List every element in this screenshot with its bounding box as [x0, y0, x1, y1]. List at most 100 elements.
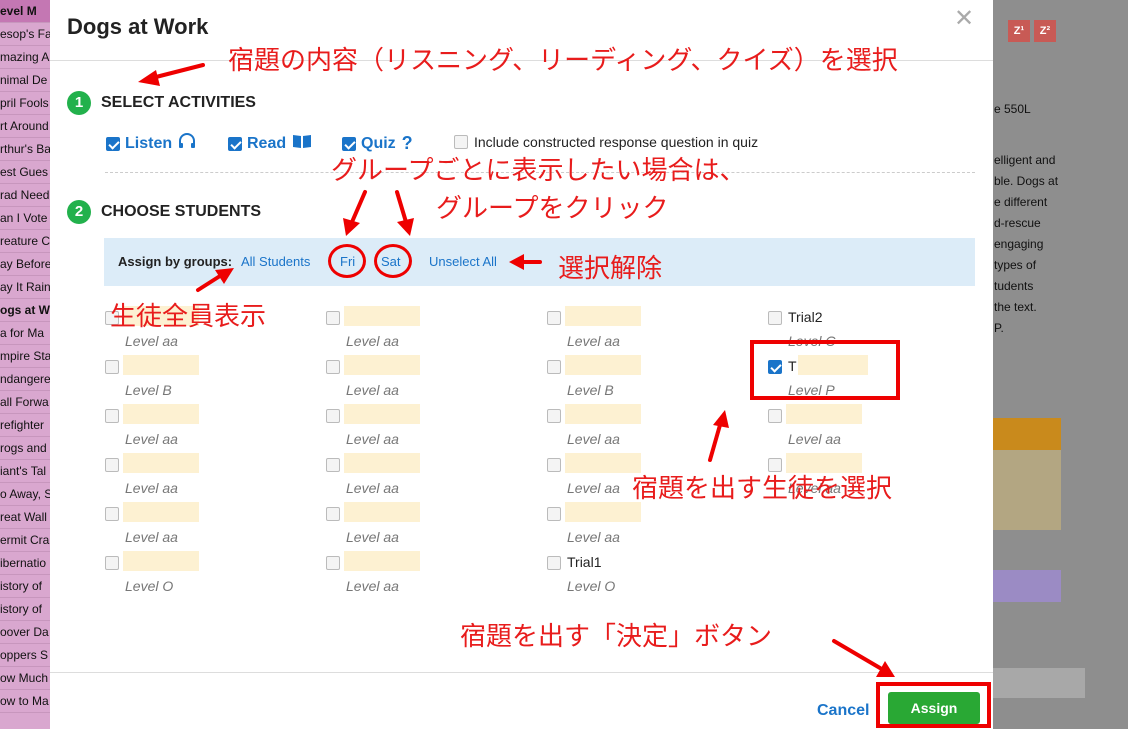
- student-item[interactable]: Level aa: [326, 355, 526, 399]
- student-checkbox[interactable]: [547, 556, 561, 570]
- book-list-item[interactable]: an I Vote: [0, 207, 50, 230]
- book-list-item[interactable]: istory of: [0, 598, 50, 621]
- book-list-item[interactable]: rthur's Ba: [0, 138, 50, 161]
- student-level: Level O: [125, 578, 174, 594]
- book-list-item[interactable]: reat Wall: [0, 506, 50, 529]
- student-item[interactable]: Level B: [105, 355, 305, 399]
- student-checkbox[interactable]: [547, 360, 561, 374]
- student-checkbox[interactable]: [105, 458, 119, 472]
- book-list-item[interactable]: rad Need: [0, 184, 50, 207]
- book-list-item[interactable]: oover Da: [0, 621, 50, 644]
- student-item[interactable]: Level aa: [105, 404, 305, 448]
- student-checkbox[interactable]: [326, 556, 340, 570]
- book-list-item[interactable]: pril Fools: [0, 92, 50, 115]
- book-list-item[interactable]: ibernatio: [0, 552, 50, 575]
- student-checkbox[interactable]: [105, 507, 119, 521]
- book-list-item[interactable]: refighter: [0, 414, 50, 437]
- student-item[interactable]: Level aa: [105, 453, 305, 497]
- student-checkbox[interactable]: [105, 360, 119, 374]
- close-icon[interactable]: ✕: [954, 4, 974, 33]
- book-list-item[interactable]: rogs and: [0, 437, 50, 460]
- listen-checkbox[interactable]: [106, 136, 120, 151]
- book-list-item[interactable]: istory of: [0, 575, 50, 598]
- z1-button[interactable]: Z¹: [1008, 20, 1030, 42]
- student-level: Level aa: [567, 529, 620, 545]
- student-item[interactable]: Level aa: [547, 404, 747, 448]
- annotation-all-students: 生徒全員表示: [110, 301, 267, 331]
- student-item[interactable]: Level aa: [326, 306, 526, 350]
- book-list-item[interactable]: o Away, S: [0, 483, 50, 506]
- book-list-item[interactable]: ay Before: [0, 253, 50, 276]
- step-number-1: 1: [67, 91, 91, 115]
- redacted-name: [123, 453, 199, 473]
- book-list-item[interactable]: ndangere: [0, 368, 50, 391]
- student-item[interactable]: Level aa: [326, 551, 526, 595]
- book-list-item[interactable]: a for Ma: [0, 322, 50, 345]
- student-checkbox[interactable]: [326, 409, 340, 423]
- student-item[interactable]: Level aa: [326, 453, 526, 497]
- cancel-button[interactable]: Cancel: [817, 702, 869, 720]
- student-item[interactable]: Level aa: [326, 502, 526, 546]
- student-name: Trial2: [788, 309, 823, 325]
- student-checkbox[interactable]: [326, 360, 340, 374]
- constructed-response-checkbox[interactable]: [454, 135, 468, 149]
- detail-text: P.: [994, 321, 1004, 335]
- book-list-item[interactable]: est Gues: [0, 161, 50, 184]
- student-checkbox[interactable]: [326, 311, 340, 325]
- book-list-item[interactable]: reature C: [0, 230, 50, 253]
- book-list-item[interactable]: mazing A: [0, 46, 50, 69]
- step-number-2: 2: [67, 200, 91, 224]
- detail-text: e different: [994, 195, 1048, 209]
- student-level: Level aa: [346, 333, 399, 349]
- detail-text: elligent and: [994, 153, 1056, 167]
- quiz-checkbox[interactable]: [342, 136, 356, 151]
- student-item[interactable]: Level aa: [547, 502, 747, 546]
- student-checkbox[interactable]: [105, 556, 119, 570]
- activity-read[interactable]: Read: [228, 133, 312, 154]
- student-checkbox[interactable]: [326, 458, 340, 472]
- student-item[interactable]: Level aa: [547, 306, 747, 350]
- book-list-item[interactable]: iant's Tal: [0, 460, 50, 483]
- student-checkbox[interactable]: [547, 458, 561, 472]
- book-list-item[interactable]: ay It Rain: [0, 276, 50, 299]
- student-item[interactable]: Level O: [105, 551, 305, 595]
- constructed-response-option[interactable]: Include constructed response question in…: [454, 134, 758, 150]
- step-label: CHOOSE STUDENTS: [101, 203, 262, 220]
- book-list-item[interactable]: evel M: [0, 0, 50, 23]
- book-list-item[interactable]: ow to Ma: [0, 690, 50, 713]
- annotation-select-activities: 宿題の内容（リスニング、リーディング、クイズ）を選択: [228, 45, 898, 75]
- book-list-item[interactable]: ow Much: [0, 667, 50, 690]
- student-item[interactable]: Level aa: [326, 404, 526, 448]
- student-item[interactable]: Level B: [547, 355, 747, 399]
- student-checkbox[interactable]: [768, 311, 782, 325]
- book-list-item[interactable]: oppers S: [0, 644, 50, 667]
- detail-text: e 550L: [994, 102, 1031, 116]
- student-level: Level aa: [125, 333, 178, 349]
- student-item[interactable]: Trial1 Level O: [547, 551, 747, 595]
- book-list-item[interactable]: nimal De: [0, 69, 50, 92]
- book-list-item[interactable]: mpire Sta: [0, 345, 50, 368]
- group-link-unselect-all[interactable]: Unselect All: [429, 254, 497, 269]
- step-label: SELECT ACTIVITIES: [101, 94, 256, 111]
- redacted-name: [565, 453, 641, 473]
- student-checkbox[interactable]: [547, 409, 561, 423]
- student-item[interactable]: Level aa: [768, 404, 968, 448]
- student-checkbox[interactable]: [768, 409, 782, 423]
- group-link-all-students[interactable]: All Students: [241, 254, 310, 269]
- detail-text: the text.: [994, 300, 1037, 314]
- book-list-item[interactable]: all Forwa: [0, 391, 50, 414]
- book-list-item[interactable]: ermit Cra: [0, 529, 50, 552]
- read-checkbox[interactable]: [228, 136, 242, 151]
- student-checkbox[interactable]: [326, 507, 340, 521]
- z2-button[interactable]: Z²: [1034, 20, 1056, 42]
- student-checkbox[interactable]: [105, 409, 119, 423]
- book-list-item[interactable]: esop's Fa: [0, 23, 50, 46]
- student-item[interactable]: Level aa: [105, 502, 305, 546]
- headphones-icon: [178, 133, 196, 154]
- student-checkbox[interactable]: [547, 507, 561, 521]
- book-list-item[interactable]: ogs at W: [0, 299, 50, 322]
- detail-text: ble. Dogs at: [994, 174, 1059, 188]
- activity-listen[interactable]: Listen: [106, 133, 196, 154]
- student-checkbox[interactable]: [547, 311, 561, 325]
- book-list-item[interactable]: rt Around: [0, 115, 50, 138]
